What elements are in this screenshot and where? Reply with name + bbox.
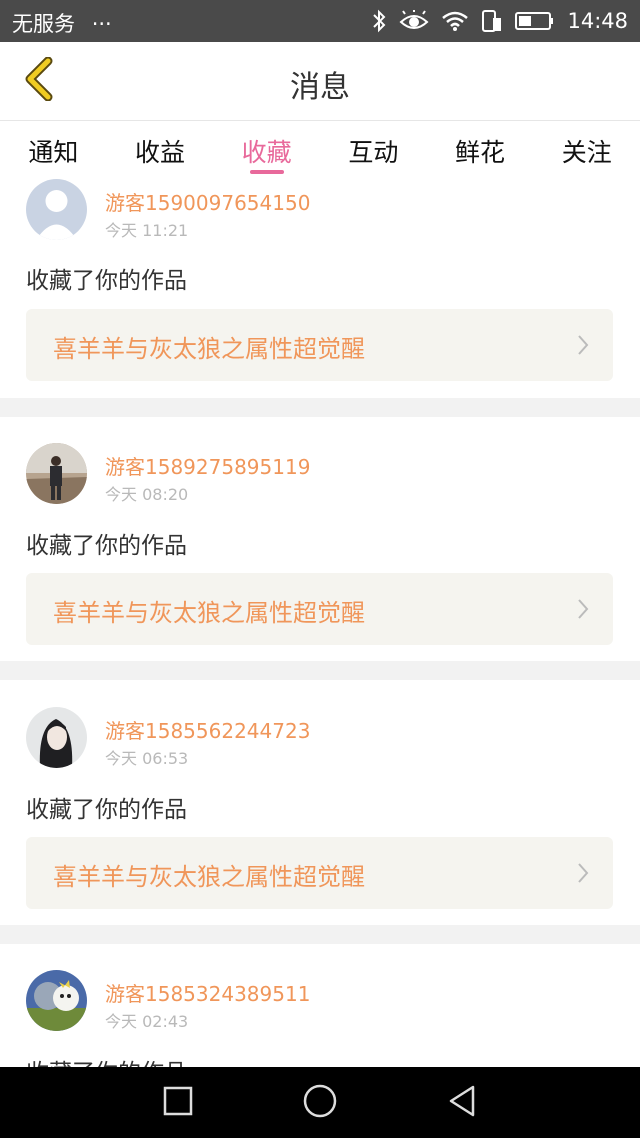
timestamp: 今天 06:53 [105, 749, 189, 768]
chevron-right-icon [577, 862, 589, 888]
bluetooth-icon [371, 9, 387, 33]
status-icons: 14:48 [371, 5, 628, 37]
notification-dots: ··· [91, 12, 112, 36]
tab-label: 关注 [561, 138, 612, 167]
action-text: 收藏了你的作品 [26, 1053, 187, 1067]
tab-label: 收益 [135, 138, 186, 167]
tab-label: 互动 [348, 138, 399, 167]
recent-apps-button[interactable] [160, 1085, 196, 1121]
work-title: 喜羊羊与灰太狼之属性超觉醒 [53, 863, 365, 891]
page-title: 消息 [290, 70, 350, 105]
tab-flowers[interactable]: 鲜花 [427, 121, 534, 179]
carrier-status: 无服务 ··· [12, 8, 112, 38]
wifi-icon [441, 10, 469, 32]
action-text: 收藏了你的作品 [26, 797, 187, 823]
home-icon [303, 1084, 337, 1122]
system-back-button[interactable] [444, 1085, 480, 1121]
avatar[interactable] [26, 707, 87, 768]
username[interactable]: 游客1585324389511 [105, 978, 310, 1007]
tab-notifications[interactable]: 通知 [0, 121, 107, 179]
action-text: 收藏了你的作品 [26, 268, 187, 294]
carrier-text: 无服务 [12, 12, 75, 36]
username[interactable]: 游客1589275895119 [105, 451, 310, 480]
message-card: 游客1589275895119 今天 08:20 收藏了你的作品 喜羊羊与灰太狼… [0, 417, 640, 661]
work-link[interactable]: 喜羊羊与灰太狼之属性超觉醒 [26, 837, 613, 909]
tab-earnings[interactable]: 收益 [107, 121, 214, 179]
message-card: 游客1585324389511 今天 02:43 收藏了你的作品 [0, 944, 640, 1067]
system-nav-bar [0, 1067, 640, 1138]
message-card: 游客1585562244723 今天 06:53 收藏了你的作品 喜羊羊与灰太狼… [0, 680, 640, 925]
message-list[interactable]: 游客1590097654150 今天 11:21 收藏了你的作品 喜羊羊与灰太狼… [0, 179, 640, 1067]
work-title: 喜羊羊与灰太狼之属性超觉醒 [53, 599, 365, 627]
chevron-right-icon [577, 598, 589, 624]
tab-label: 收藏 [241, 138, 292, 167]
action-text: 收藏了你的作品 [26, 533, 187, 559]
tab-bar: 通知 收益 收藏 互动 鲜花 关注 [0, 121, 640, 179]
recent-apps-icon [163, 1086, 193, 1120]
username[interactable]: 游客1590097654150 [105, 187, 310, 216]
back-icon [447, 1084, 477, 1122]
work-link[interactable]: 喜羊羊与灰太狼之属性超觉醒 [26, 573, 613, 645]
avatar[interactable] [26, 443, 87, 504]
timestamp: 今天 02:43 [105, 1012, 189, 1031]
work-link[interactable]: 喜羊羊与灰太狼之属性超觉醒 [26, 309, 613, 381]
app-header: 消息 [0, 42, 640, 121]
chevron-right-icon [577, 334, 589, 360]
clock: 14:48 [567, 9, 628, 33]
tab-interactions[interactable]: 互动 [320, 121, 427, 179]
status-bar: 无服务 ··· 14:48 [0, 0, 640, 42]
timestamp: 今天 11:21 [105, 221, 189, 240]
message-card: 游客1590097654150 今天 11:21 收藏了你的作品 喜羊羊与灰太狼… [0, 179, 640, 398]
tab-label: 通知 [28, 138, 79, 167]
avatar[interactable] [26, 970, 87, 1031]
active-tab-indicator [249, 170, 284, 174]
tab-following[interactable]: 关注 [533, 121, 640, 179]
avatar[interactable] [26, 179, 87, 240]
eye-icon [399, 10, 429, 32]
tab-favorites[interactable]: 收藏 [213, 121, 320, 179]
sim-icon [481, 9, 503, 33]
username[interactable]: 游客1585562244723 [105, 715, 310, 744]
home-button[interactable] [302, 1084, 338, 1122]
timestamp: 今天 08:20 [105, 485, 189, 504]
work-title: 喜羊羊与灰太狼之属性超觉醒 [53, 335, 365, 363]
battery-icon [515, 11, 555, 31]
tab-label: 鲜花 [455, 138, 506, 167]
